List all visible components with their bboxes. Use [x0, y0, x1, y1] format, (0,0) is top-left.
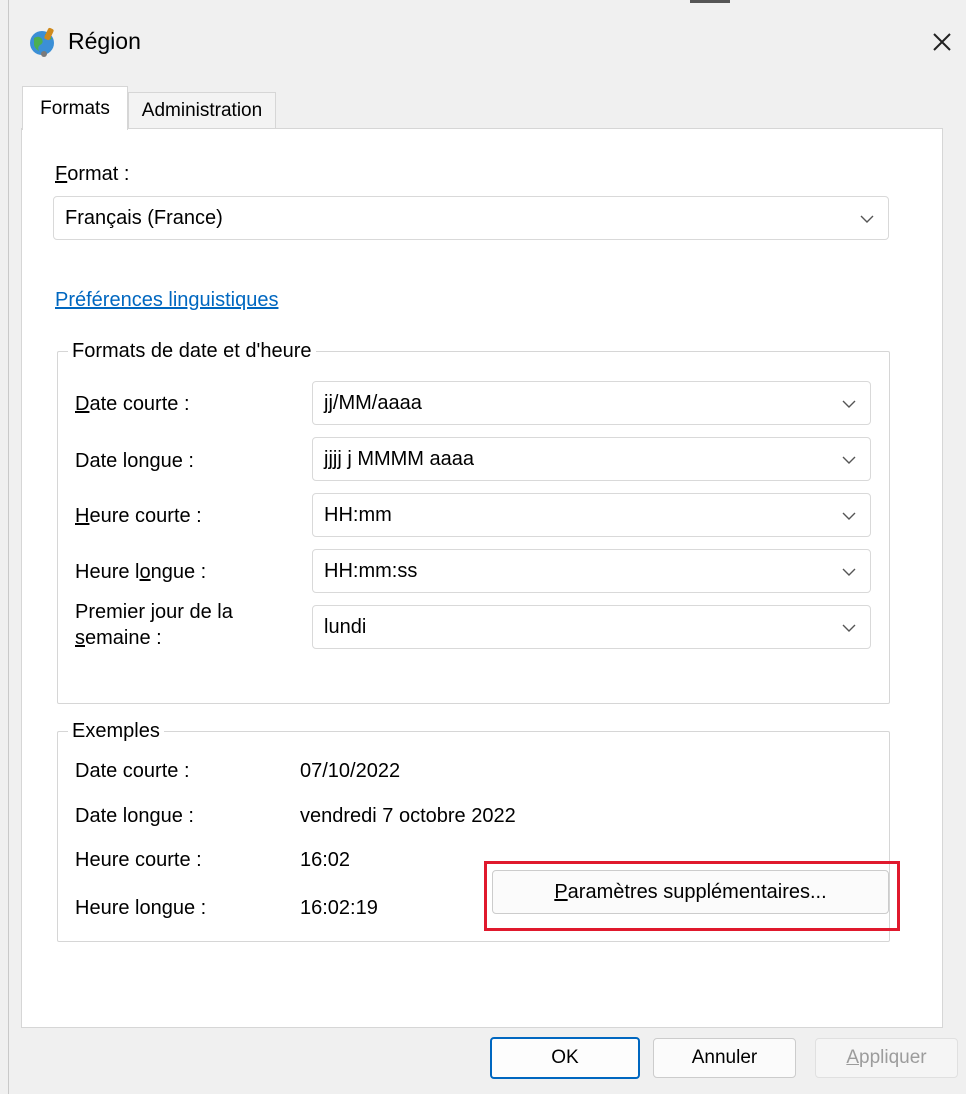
chevron-down-icon [842, 456, 856, 464]
format-select-value: Français (France) [65, 206, 223, 229]
globe-icon [30, 27, 54, 57]
language-preferences-link[interactable]: Préférences linguistiques [55, 289, 278, 312]
example-long-time-value: 16:02:19 [300, 897, 378, 919]
chevron-down-icon [842, 512, 856, 520]
short-date-select[interactable]: jj/MM/aaaa [312, 381, 871, 425]
date-time-formats-legend: Formats de date et d'heure [68, 340, 316, 363]
short-date-value: jj/MM/aaaa [324, 391, 422, 414]
first-day-select[interactable]: lundi [312, 605, 871, 649]
tab-formats[interactable]: Formats [22, 86, 128, 130]
taskbar-fragment [690, 0, 730, 3]
example-short-date-value: 07/10/2022 [300, 760, 401, 782]
short-time-label: Heure courte : [75, 505, 202, 527]
ok-button[interactable]: OK [490, 1037, 640, 1079]
format-select[interactable]: Français (France) [53, 196, 889, 240]
highlight-box [484, 861, 900, 931]
chevron-down-icon [842, 568, 856, 576]
chevron-down-icon [860, 215, 874, 223]
chevron-down-icon [842, 624, 856, 632]
first-day-label: Premier jour de la semaine : [75, 601, 233, 649]
long-date-label: Date longue : [75, 450, 194, 472]
window-title: Région [68, 28, 141, 54]
short-date-label: Date courte : [75, 393, 190, 415]
long-time-select[interactable]: HH:mm:ss [312, 549, 871, 593]
example-long-date-value: vendredi 7 octobre 2022 [300, 805, 516, 827]
short-time-value: HH:mm [324, 503, 392, 526]
example-short-time-value: 16:02 [300, 849, 351, 871]
chevron-down-icon [842, 400, 856, 408]
long-date-select[interactable]: jjjj j MMMM aaaa [312, 437, 871, 481]
example-long-time-label: Heure longue : [75, 897, 207, 919]
example-long-date-label: Date longue : [75, 805, 194, 827]
example-short-time-label: Heure courte : [75, 849, 202, 871]
long-time-label: Heure longue : [75, 561, 207, 583]
short-time-select[interactable]: HH:mm [312, 493, 871, 537]
example-short-date-label: Date courte : [75, 760, 190, 782]
examples-legend: Exemples [68, 720, 164, 743]
long-date-value: jjjj j MMMM aaaa [324, 447, 475, 470]
tab-administration[interactable]: Administration [128, 92, 276, 129]
format-label: Format : [55, 163, 130, 185]
long-time-value: HH:mm:ss [324, 559, 418, 582]
close-icon[interactable] [924, 24, 960, 60]
first-day-value: lundi [324, 615, 367, 638]
apply-button[interactable]: Appliquer [815, 1038, 958, 1078]
cancel-button[interactable]: Annuler [653, 1038, 796, 1078]
